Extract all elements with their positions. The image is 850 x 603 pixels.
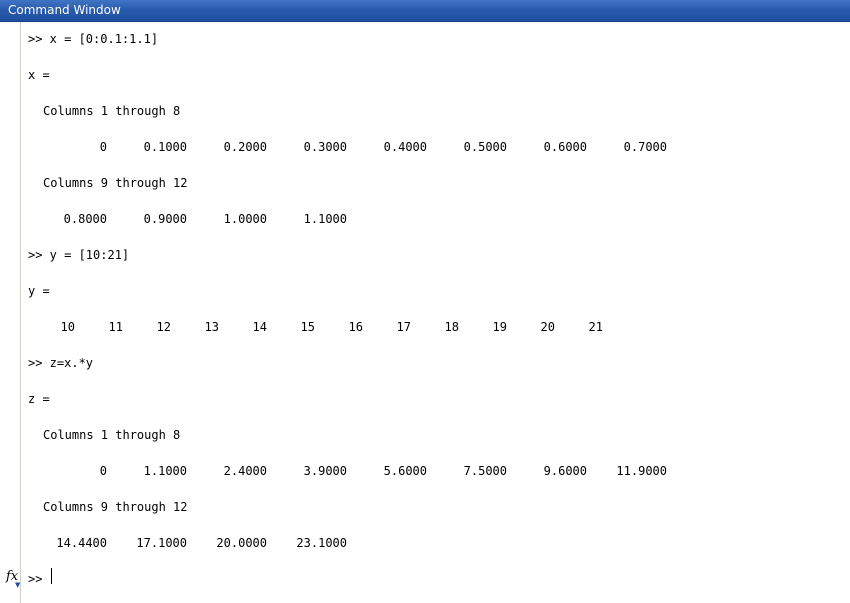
z-value: 0 bbox=[99, 464, 107, 478]
z-value: 2.4000 bbox=[223, 464, 267, 478]
x-value: 1.1000 bbox=[303, 212, 347, 226]
columns-header-z-2: Columns 9 through 12 bbox=[43, 500, 188, 514]
y-value: 18 bbox=[444, 320, 459, 334]
y-value: 13 bbox=[204, 320, 219, 334]
x-value: 0.8000 bbox=[63, 212, 107, 226]
z-value: 3.9000 bbox=[303, 464, 347, 478]
chevron-down-icon: ▼ bbox=[15, 581, 21, 589]
y-value: 19 bbox=[492, 320, 507, 334]
fx-icon[interactable]: fx ▼ bbox=[6, 570, 20, 589]
command-window-titlebar[interactable]: Command Window bbox=[0, 0, 850, 22]
z-value: 17.1000 bbox=[136, 536, 187, 550]
y-value: 16 bbox=[348, 320, 363, 334]
x-value: 0.6000 bbox=[543, 140, 587, 154]
columns-header-x-2: Columns 9 through 12 bbox=[43, 176, 188, 190]
command-line-x: >> x = [0:0.1:1.1] bbox=[28, 32, 159, 46]
y-value: 15 bbox=[300, 320, 315, 334]
command-line-z: >> z=x.*y bbox=[28, 356, 94, 370]
z-value: 20.0000 bbox=[216, 536, 267, 550]
y-value: 10 bbox=[60, 320, 75, 334]
command-line-y: >> y = [10:21] bbox=[28, 248, 130, 262]
window-title: Command Window bbox=[8, 3, 121, 17]
z-value: 5.6000 bbox=[383, 464, 427, 478]
z-value: 14.4400 bbox=[56, 536, 107, 550]
command-output-area[interactable]: >> x = [0:0.1:1.1] x = Columns 1 through… bbox=[0, 22, 850, 603]
x-value: 0.5000 bbox=[463, 140, 507, 154]
z-value: 11.9000 bbox=[616, 464, 667, 478]
x-value: 0.4000 bbox=[383, 140, 427, 154]
y-value: 20 bbox=[540, 320, 555, 334]
text-cursor bbox=[51, 568, 52, 584]
x-value: 0.7000 bbox=[623, 140, 667, 154]
y-value: 21 bbox=[588, 320, 603, 334]
z-value: 7.5000 bbox=[463, 464, 507, 478]
columns-header-z-1: Columns 1 through 8 bbox=[43, 428, 181, 442]
output-label-x: x = bbox=[28, 68, 50, 82]
x-value: 0.9000 bbox=[143, 212, 187, 226]
x-value: 0 bbox=[99, 140, 107, 154]
command-prompt: >> bbox=[28, 572, 43, 586]
y-value: 14 bbox=[252, 320, 267, 334]
output-label-y: y = bbox=[28, 284, 50, 298]
x-value: 0.2000 bbox=[223, 140, 267, 154]
x-value: 1.0000 bbox=[223, 212, 267, 226]
x-value: 0.3000 bbox=[303, 140, 347, 154]
z-value: 23.1000 bbox=[296, 536, 347, 550]
command-window: Command Window >> x = [0:0.1:1.1] x = Co… bbox=[0, 0, 850, 603]
x-value: 0.1000 bbox=[143, 140, 187, 154]
columns-header-x-1: Columns 1 through 8 bbox=[43, 104, 181, 118]
y-value: 17 bbox=[396, 320, 411, 334]
z-value: 1.1000 bbox=[143, 464, 187, 478]
y-value: 12 bbox=[156, 320, 171, 334]
output-label-z: z = bbox=[28, 392, 50, 406]
z-value: 9.6000 bbox=[543, 464, 587, 478]
y-value: 11 bbox=[108, 320, 123, 334]
